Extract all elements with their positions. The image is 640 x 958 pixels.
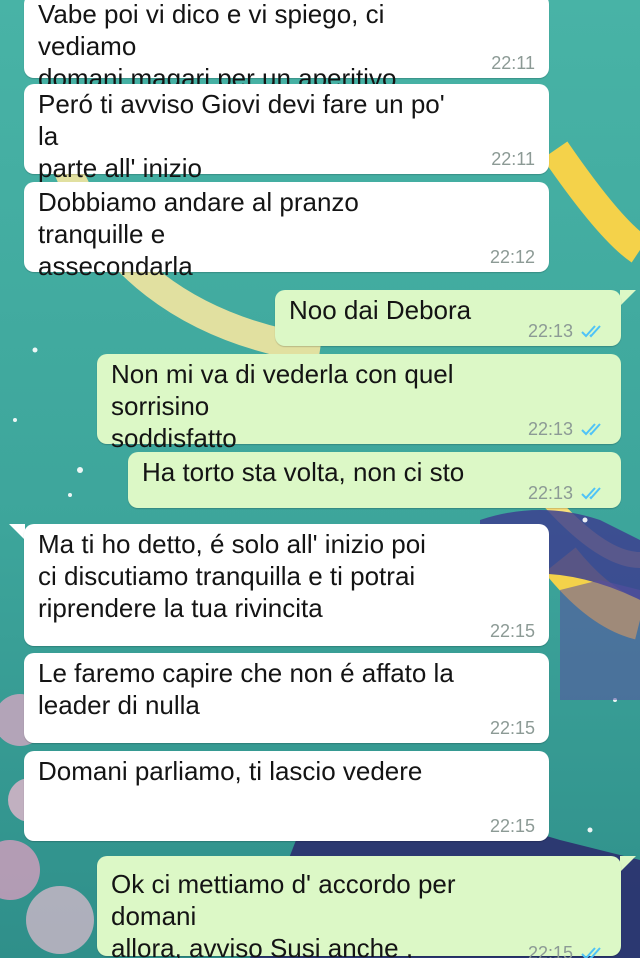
message-text: Dobbiamo andare al pranzo tranquille e a… (38, 187, 359, 281)
incoming-message[interactable]: Ma ti ho detto, é solo all' inizio poi c… (24, 524, 549, 646)
message-time: 22:11 (491, 53, 535, 73)
incoming-message[interactable]: Vabe poi vi dico e vi spiego, ci vediamo… (24, 0, 549, 93)
incoming-message[interactable]: Dobbiamo andare al pranzo tranquille e a… (24, 182, 549, 281)
message-time: 22:13 (527, 483, 573, 503)
message-time: 22:13 (527, 321, 573, 341)
message-text: Ma ti ho detto, é solo all' inizio poi c… (38, 529, 426, 623)
message-time: 22:15 (489, 621, 535, 641)
message-time: 22:15 (527, 943, 573, 958)
double-check-read-icon (581, 325, 601, 338)
message-text: Noo dai Debora (289, 295, 472, 325)
message-text: Vabe poi vi dico e vi spiego, ci vediamo… (38, 0, 397, 93)
message-time: 22:15 (489, 718, 535, 738)
incoming-message[interactable]: Le faremo capire che non é affato la lea… (24, 653, 549, 743)
incoming-message[interactable]: Peró ti avviso Giovi devi fare un po' la… (24, 84, 549, 183)
message-text: Ok ci mettiamo d' accordo per domani all… (111, 869, 456, 958)
outgoing-message[interactable]: Ok ci mettiamo d' accordo per domani all… (97, 856, 621, 958)
message-time: 22:11 (491, 149, 535, 169)
bubble-tail (9, 524, 25, 540)
message-text: Non mi va di vederla con quel sorrisino … (111, 359, 454, 453)
outgoing-message[interactable]: Ha torto sta volta, non ci sto 22:13 (128, 452, 621, 508)
message-time: 22:12 (489, 247, 535, 267)
message-text: Peró ti avviso Giovi devi fare un po' la… (38, 89, 445, 183)
outgoing-message[interactable]: Non mi va di vederla con quel sorrisino … (97, 354, 621, 453)
message-text: Domani parliamo, ti lascio vedere (38, 756, 423, 786)
double-check-read-icon (581, 487, 601, 500)
bubble-tail (620, 856, 636, 872)
message-time: 22:13 (527, 419, 573, 439)
outgoing-message[interactable]: Noo dai Debora 22:13 (275, 290, 621, 346)
message-list[interactable]: Vabe poi vi dico e vi spiego, ci vediamo… (0, 0, 640, 958)
double-check-read-icon (581, 947, 601, 958)
incoming-message[interactable]: Domani parliamo, ti lascio vedere 22:15 (24, 751, 549, 841)
message-text: Ha torto sta volta, non ci sto (142, 457, 465, 487)
bubble-tail (620, 290, 636, 306)
double-check-read-icon (581, 423, 601, 436)
message-text: Le faremo capire che non é affato la lea… (38, 658, 454, 720)
message-time: 22:15 (489, 816, 535, 836)
